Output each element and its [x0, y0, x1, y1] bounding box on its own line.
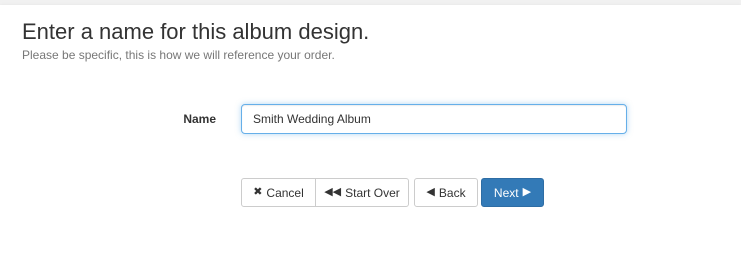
cancel-button[interactable]: ✖ Cancel — [241, 178, 316, 207]
cancel-button-label: Cancel — [266, 185, 304, 200]
next-button-label: Next — [493, 185, 519, 200]
main-panel: Enter a name for this album design. Plea… — [0, 5, 741, 273]
album-name-input[interactable] — [241, 104, 627, 134]
start-over-button-label: Start Over — [345, 185, 400, 200]
fast-backward-icon: ◀◀ — [324, 186, 342, 198]
name-label: Name — [183, 112, 216, 126]
start-over-button[interactable]: ◀◀ Start Over — [315, 178, 409, 207]
page-title: Enter a name for this album design. — [22, 19, 370, 44]
back-button[interactable]: ◀ Back — [414, 178, 478, 207]
triangle-right-icon: ▶ — [522, 186, 532, 198]
back-button-label: Back — [438, 185, 466, 200]
wizard-button-row: ✖ Cancel ◀◀ Start Over ◀ Back Next ▶ — [241, 178, 544, 207]
cancel-startover-group: ✖ Cancel ◀◀ Start Over — [241, 178, 409, 207]
close-icon: ✖ — [253, 186, 263, 198]
page-subtitle: Please be specific, this is how we will … — [22, 48, 335, 62]
triangle-left-icon: ◀ — [426, 186, 435, 198]
next-button[interactable]: Next ▶ — [481, 178, 544, 207]
